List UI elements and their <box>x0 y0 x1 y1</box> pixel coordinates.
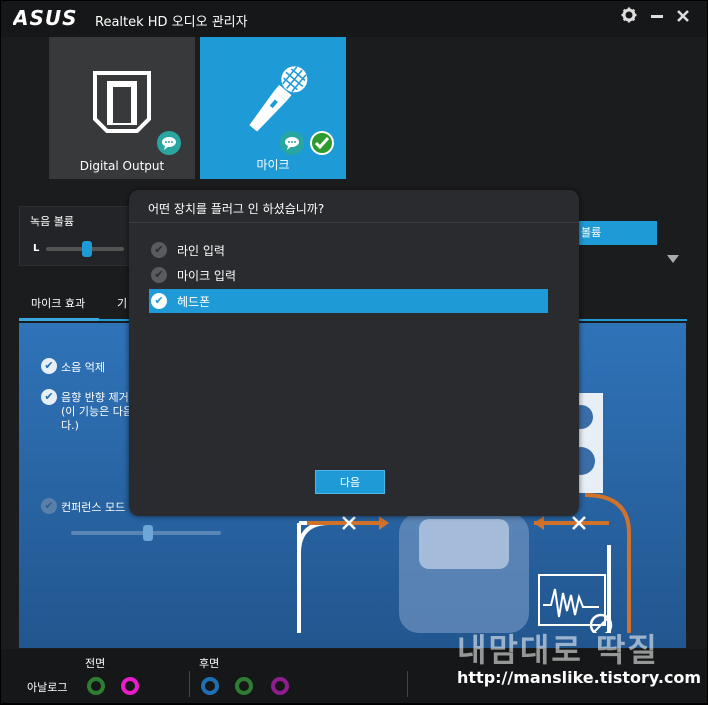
tab-mic-effects[interactable]: 마이크 효과 <box>31 295 85 311</box>
dialog-separator <box>129 222 579 223</box>
minimize-icon[interactable] <box>646 7 668 29</box>
option-line-in[interactable]: ✔ 라인 입력 <box>149 238 548 262</box>
tab-second[interactable]: 기 <box>117 295 127 311</box>
app-title: Realtek HD 오디오 관리자 <box>95 15 248 30</box>
svg-text:ASUS: ASUS <box>13 8 78 28</box>
noise-suppression-checkbox[interactable]: ✔ <box>41 358 57 374</box>
conference-mode-label: 컨퍼런스 모드 <box>61 501 126 514</box>
conference-slider-knob[interactable] <box>143 525 153 541</box>
device-tile-microphone[interactable]: 마이크 <box>200 37 346 179</box>
chat-bubble-icon[interactable] <box>280 131 304 155</box>
gear-icon[interactable] <box>618 7 640 29</box>
dropdown-arrow-icon[interactable] <box>667 255 679 263</box>
front-panel-label: 전면 <box>85 657 106 670</box>
next-button[interactable]: 다음 <box>315 470 385 494</box>
noise-suppression-label: 소음 억제 <box>61 361 105 374</box>
watermark-url: http://manslike.tistory.com <box>457 668 702 687</box>
device-label: Digital Output <box>79 159 165 173</box>
active-tab-indicator <box>19 318 99 321</box>
front-jack-pink[interactable] <box>121 677 139 695</box>
device-plugged-dialog: 어떤 장치를 플러그 인 하셨습니까? ✔ 라인 입력 ✔ 마이크 입력 ✔ 헤… <box>129 190 579 516</box>
microphone-icon <box>249 66 308 132</box>
rear-jack-blue[interactable] <box>201 677 219 695</box>
chat-bubble-icon[interactable] <box>157 131 181 155</box>
digital-output-icon <box>93 71 151 133</box>
echo-cancel-note-end: 다.) <box>61 419 79 432</box>
dialog-title: 어떤 장치를 플러그 인 하셨습니까? <box>148 202 325 216</box>
asus-logo: ASUS <box>11 6 87 33</box>
title-bar: ASUS Realtek HD 오디오 관리자 <box>1 1 707 37</box>
rear-jack-green[interactable] <box>235 677 253 695</box>
divider <box>407 671 408 697</box>
checkmark-icon <box>310 131 334 155</box>
check-icon: ✔ <box>151 293 167 309</box>
recording-volume-label: 녹음 볼륨 <box>30 215 74 228</box>
echo-cancel-checkbox[interactable]: ✔ <box>41 389 57 405</box>
rear-jack-purple[interactable] <box>271 677 289 695</box>
check-icon: ✔ <box>151 267 167 283</box>
option-headphone[interactable]: ✔ 헤드폰 <box>149 289 548 313</box>
watermark-title: 내맘대로 딱질 <box>457 631 659 669</box>
option-mic-in[interactable]: ✔ 마이크 입력 <box>149 263 548 287</box>
option-label: 마이크 입력 <box>177 269 237 283</box>
conference-mode-checkbox[interactable]: ✔ <box>41 498 57 514</box>
recording-volume-panel: 녹음 볼륨 L <box>19 206 133 266</box>
front-jack-green[interactable] <box>87 677 105 695</box>
divider <box>189 671 190 697</box>
realtek-audio-manager-window: ASUS Realtek HD 오디오 관리자 Digital Output 마… <box>1 1 707 703</box>
check-icon: ✔ <box>151 242 167 258</box>
volume-button[interactable]: 볼륨 <box>571 221 657 245</box>
volume-slider-knob[interactable] <box>82 241 92 257</box>
asus-logo-mark: ASUS <box>11 6 78 30</box>
option-label: 헤드폰 <box>177 295 211 309</box>
device-label: 마이크 <box>256 158 290 172</box>
option-label: 라인 입력 <box>177 244 225 258</box>
left-channel-label: L <box>33 243 40 254</box>
close-icon[interactable] <box>672 7 694 29</box>
device-tile-digital-output[interactable]: Digital Output <box>49 37 195 179</box>
analog-label: 아날로그 <box>27 681 68 694</box>
rear-panel-label: 후면 <box>199 657 220 670</box>
